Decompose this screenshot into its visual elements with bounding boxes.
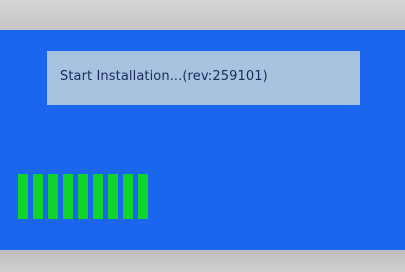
progress-segment <box>93 174 103 219</box>
progress-segment <box>18 174 28 219</box>
status-message-box: Start Installation...(rev:259101) <box>47 51 360 105</box>
installer-screen: Start Installation...(rev:259101) <box>0 30 405 250</box>
progress-segment <box>78 174 88 219</box>
progress-segment <box>33 174 43 219</box>
progress-segment <box>48 174 58 219</box>
progress-segment <box>138 174 148 219</box>
install-progress-bar <box>18 174 148 219</box>
status-text: Start Installation...(rev:259101) <box>60 69 268 84</box>
progress-segment <box>108 174 118 219</box>
top-bezel <box>0 0 405 30</box>
progress-segment <box>123 174 133 219</box>
bottom-bezel <box>0 250 405 272</box>
progress-segment <box>63 174 73 219</box>
